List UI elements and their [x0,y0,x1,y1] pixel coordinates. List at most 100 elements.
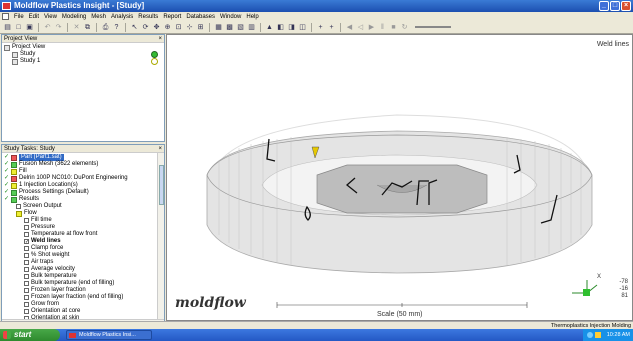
menu-report[interactable]: Report [163,14,181,20]
tasks-vertical-scrollbar[interactable] [157,153,164,319]
study-task-item[interactable]: % Shot weight [4,252,162,259]
help-icon[interactable]: ? [112,23,121,32]
menu-results[interactable]: Results [138,14,158,20]
loop-icon[interactable]: ↻ [400,23,409,32]
study-task-item[interactable]: ✓ Weld lines [4,238,162,245]
study-task-item[interactable]: ✓ Part (Part1.sat) [4,154,162,161]
result-checkbox[interactable] [24,302,29,307]
study-task-item[interactable]: ✓ Fill [4,168,162,175]
menu-file[interactable]: File [14,14,24,20]
stop-icon[interactable]: ■ [389,23,398,32]
rewind-icon[interactable]: ◀ [345,23,354,32]
study-task-item[interactable]: Temperature at flow front [4,231,162,238]
project-tree-item[interactable]: Study 1 [4,58,162,65]
study-task-item[interactable]: ✓ Process Settings (Default) [4,189,162,196]
rotate-icon[interactable]: ⟳ [141,23,150,32]
document-icon[interactable] [2,13,9,20]
start-button[interactable]: start [0,329,60,341]
menu-view[interactable]: View [44,14,57,20]
analysis-icon[interactable]: ▲ [265,23,274,32]
system-tray: 10:28 AM [583,329,633,341]
result-checkbox[interactable] [24,309,29,314]
maximize-button[interactable]: □ [610,1,620,11]
results-icon[interactable]: ◧ [276,23,285,32]
result-checkbox[interactable] [24,260,29,265]
cut-icon[interactable]: ✕ [72,23,81,32]
result-checkbox[interactable] [24,218,29,223]
study-task-item[interactable]: Average velocity [4,266,162,273]
select-icon[interactable]: ↖ [130,23,139,32]
report-icon[interactable]: ◨ [287,23,296,32]
study-task-item[interactable]: Clamp force [4,245,162,252]
study-task-item[interactable]: Air traps [4,259,162,266]
study-task-item[interactable]: ✓ Delrin 100P NC010: DuPont Engineering [4,175,162,182]
open-icon[interactable]: ▤ [3,23,12,32]
animation-slider[interactable] [415,26,451,28]
fit-icon[interactable]: ⊞ [196,23,205,32]
result-checkbox[interactable] [24,246,29,251]
copy-icon[interactable]: ⧉ [83,23,92,32]
result-checkbox[interactable] [24,267,29,272]
study-task-item[interactable]: ✓ Results [4,196,162,203]
pause-icon[interactable]: ‖ [378,23,387,32]
menu-mesh[interactable]: Mesh [91,14,106,20]
network-icon[interactable] [587,332,593,338]
save-icon[interactable]: ▣ [25,23,34,32]
redo-icon[interactable]: ↷ [54,23,63,32]
zoom-icon[interactable]: ⊕ [163,23,172,32]
taskbar-item-moldflow[interactable]: Moldflow Plastics Insi... [66,330,152,340]
zoom-box-icon[interactable]: ⊡ [174,23,183,32]
project-tree-item[interactable]: Study [4,51,162,58]
study-task-item[interactable]: Flow [4,210,162,217]
menu-analysis[interactable]: Analysis [111,14,133,20]
model-viewport[interactable]: Weld lines moldflow Scale (50 mm) X -78 … [166,34,633,321]
node-icon[interactable]: ▧ [236,23,245,32]
study-task-item[interactable]: ✓ Fusion Mesh (3622 elements) [4,161,162,168]
study-task-item[interactable]: Frozen layer fraction [4,287,162,294]
close-button[interactable]: × [621,1,631,11]
study-task-item[interactable]: Grow from [4,301,162,308]
result-checkbox[interactable] [24,295,29,300]
study-task-item[interactable]: ✓ 1 Injection Location(s) [4,182,162,189]
print-icon[interactable]: ⎙ [101,23,110,32]
tray-app-icon[interactable] [595,332,601,338]
undo-icon[interactable]: ↶ [43,23,52,32]
panel-close-icon[interactable]: × [158,145,162,153]
result-checkbox[interactable] [24,232,29,237]
result-checkbox[interactable] [24,274,29,279]
measure-icon[interactable]: ⊹ [185,23,194,32]
result-checkbox[interactable] [24,225,29,230]
play-icon[interactable]: ▶ [367,23,376,32]
complete-check-icon: ✓ [4,168,10,174]
study-task-item[interactable]: Screen Output [4,203,162,210]
pan-icon[interactable]: ✥ [152,23,161,32]
menu-window[interactable]: Window [220,14,241,20]
minimize-button[interactable]: _ [599,1,609,11]
project-tree-item[interactable]: Project View [4,44,162,51]
result-checkbox[interactable] [16,204,21,209]
step-back-icon[interactable]: ◁ [356,23,365,32]
plus-icon[interactable]: + [316,23,325,32]
study-task-item[interactable]: Frozen layer fraction (end of filling) [4,294,162,301]
study-task-item[interactable]: Fill time [4,217,162,224]
study-task-item[interactable]: Bulk temperature (end of filling) [4,280,162,287]
result-checkbox[interactable] [24,281,29,286]
grid-icon[interactable]: ▦ [214,23,223,32]
new-icon[interactable]: □ [14,23,23,32]
study-task-item[interactable]: Pressure [4,224,162,231]
menu-databases[interactable]: Databases [186,14,215,20]
result-checkbox[interactable] [24,288,29,293]
window-titlebar[interactable]: Moldflow Plastics Insight - [Study] _ □ … [0,0,633,12]
menu-modeling[interactable]: Modeling [62,14,86,20]
mesh-icon[interactable]: ▩ [225,23,234,32]
panel-close-icon[interactable]: × [158,35,162,43]
study-task-item[interactable]: Orientation at core [4,308,162,315]
view-icon[interactable]: ◫ [298,23,307,32]
result-checkbox[interactable]: ✓ [24,239,29,245]
layer-icon[interactable]: ▥ [247,23,256,32]
cross-icon[interactable]: + [327,23,336,32]
menu-edit[interactable]: Edit [29,14,39,20]
study-task-item[interactable]: Bulk temperature [4,273,162,280]
result-checkbox[interactable] [24,253,29,258]
menu-help[interactable]: Help [246,14,258,20]
